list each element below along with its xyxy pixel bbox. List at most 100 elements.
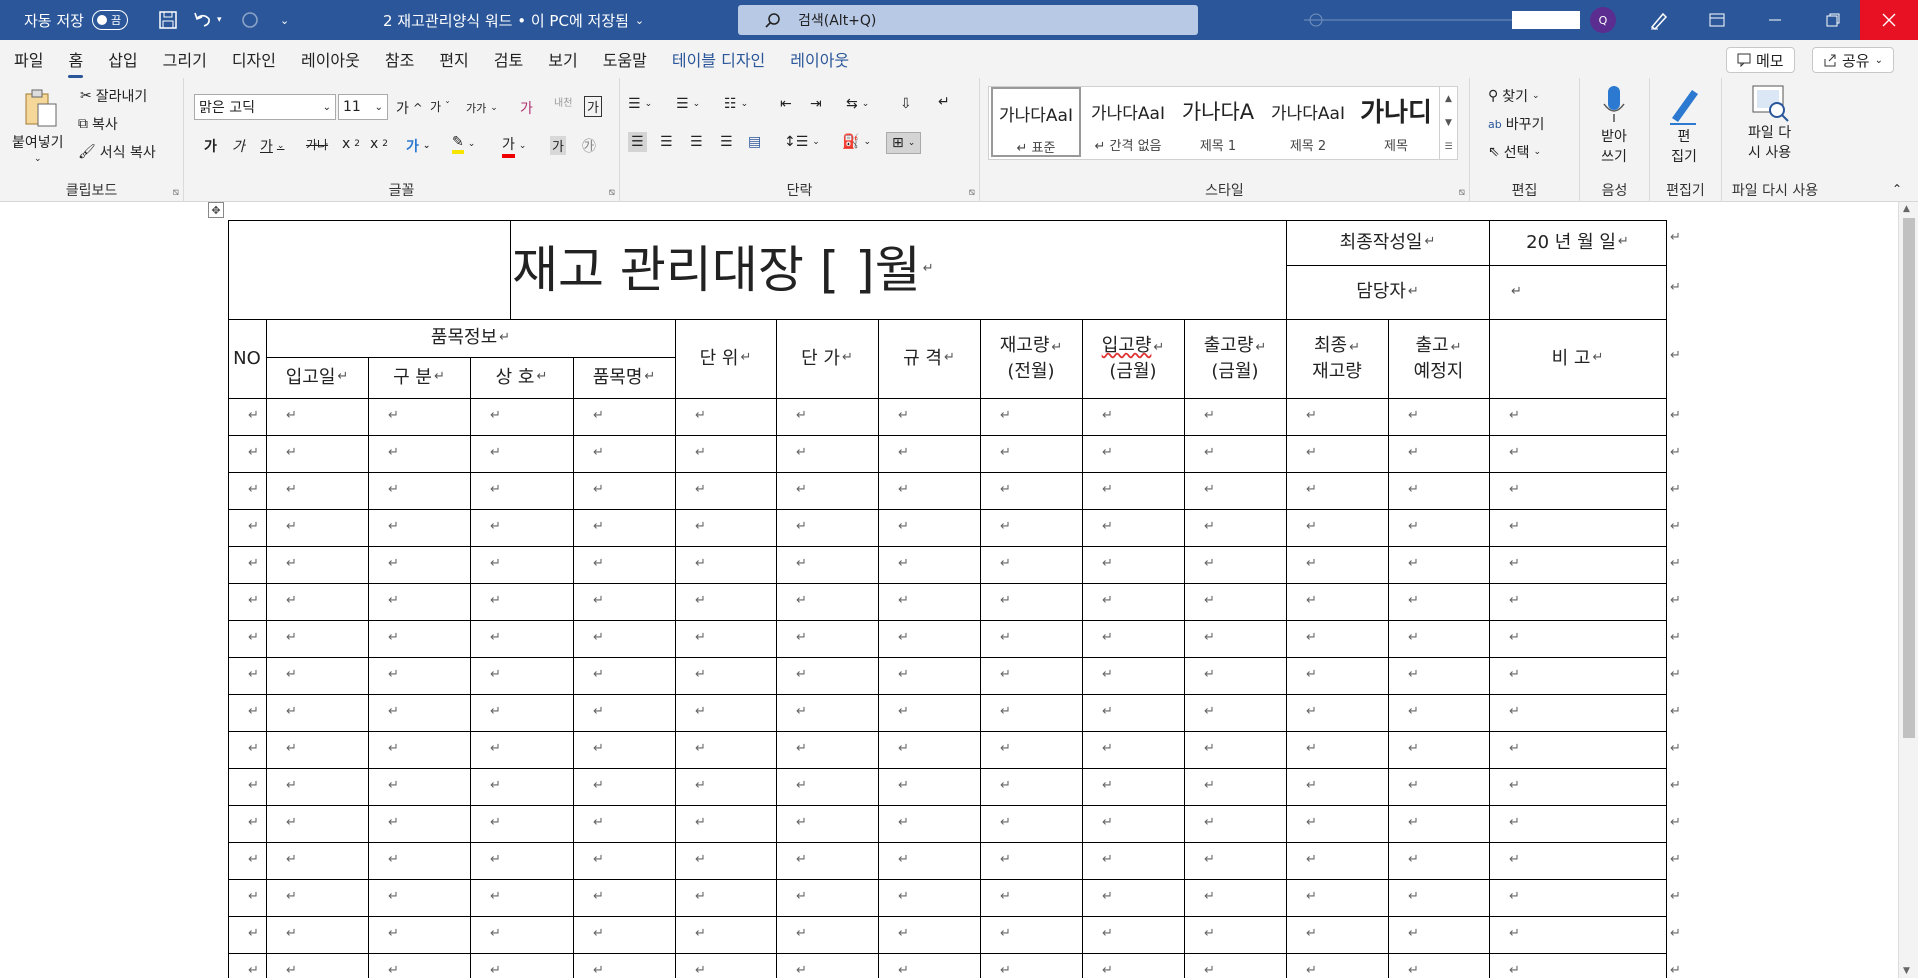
- table-cell[interactable]: ↵: [796, 778, 807, 793]
- restore-button[interactable]: [1810, 0, 1856, 40]
- table-cell[interactable]: ↵: [248, 408, 259, 423]
- table-cell[interactable]: ↵: [1509, 408, 1520, 423]
- copy-button[interactable]: ⧉ 복사: [78, 114, 118, 134]
- table-cell[interactable]: ↵: [1306, 593, 1317, 608]
- table-cell[interactable]: ↵: [1306, 667, 1317, 682]
- table-cell[interactable]: ↵: [1306, 963, 1317, 978]
- table-cell[interactable]: ↵: [593, 667, 604, 682]
- table-cell[interactable]: ↵: [388, 593, 399, 608]
- table-cell[interactable]: ↵: [796, 852, 807, 867]
- table-cell[interactable]: ↵: [593, 445, 604, 460]
- table-cell[interactable]: ↵: [1204, 704, 1215, 719]
- table-cell[interactable]: ↵: [1509, 630, 1520, 645]
- tab-references[interactable]: 참조: [385, 47, 414, 71]
- underline-button[interactable]: 가 ⌄: [260, 136, 284, 156]
- table-cell[interactable]: ↵: [1408, 519, 1419, 534]
- table-cell[interactable]: ↵: [1408, 889, 1419, 904]
- table-cell[interactable]: ↵: [248, 482, 259, 497]
- table-cell[interactable]: ↵: [1509, 815, 1520, 830]
- tab-table-layout[interactable]: 레이아웃: [790, 47, 849, 71]
- clear-format-button[interactable]: 가: [520, 98, 533, 118]
- table-cell[interactable]: ↵: [898, 519, 909, 534]
- table-cell[interactable]: ↵: [593, 815, 604, 830]
- table-cell[interactable]: ↵: [1204, 963, 1215, 978]
- paste-button[interactable]: 붙여넣기 ⌄: [12, 88, 64, 164]
- table-cell[interactable]: ↵: [593, 556, 604, 571]
- save-icon[interactable]: [158, 0, 178, 40]
- table-cell[interactable]: ↵: [1204, 778, 1215, 793]
- table-cell[interactable]: ↵: [286, 519, 297, 534]
- scroll-thumb[interactable]: [1903, 218, 1915, 738]
- table-cell[interactable]: ↵: [388, 482, 399, 497]
- table-cell[interactable]: ↵: [593, 778, 604, 793]
- table-cell[interactable]: ↵: [490, 556, 501, 571]
- table-cell[interactable]: ↵: [796, 926, 807, 941]
- tab-file[interactable]: 파일: [14, 47, 43, 71]
- align-center-button[interactable]: ☰: [660, 134, 673, 150]
- table-cell[interactable]: ↵: [388, 519, 399, 534]
- table-cell[interactable]: ↵: [248, 741, 259, 756]
- table-cell[interactable]: ↵: [286, 445, 297, 460]
- table-cell[interactable]: ↵: [593, 482, 604, 497]
- table-cell[interactable]: ↵: [1408, 963, 1419, 978]
- table-cell[interactable]: ↵: [593, 741, 604, 756]
- phonetic-guide-button[interactable]: 내천: [554, 94, 572, 109]
- table-cell[interactable]: ↵: [248, 852, 259, 867]
- collapse-ribbon-icon[interactable]: ⌃: [1892, 182, 1902, 196]
- table-cell[interactable]: ↵: [1509, 852, 1520, 867]
- align-right-button[interactable]: ☰: [690, 134, 703, 150]
- table-cell[interactable]: ↵: [1509, 778, 1520, 793]
- table-cell[interactable]: ↵: [1000, 704, 1011, 719]
- table-cell[interactable]: ↵: [1000, 667, 1011, 682]
- table-cell[interactable]: ↵: [1509, 556, 1520, 571]
- table-cell[interactable]: ↵: [898, 889, 909, 904]
- table-cell[interactable]: ↵: [388, 704, 399, 719]
- table-cell[interactable]: ↵: [898, 815, 909, 830]
- table-cell[interactable]: ↵: [898, 630, 909, 645]
- table-cell[interactable]: ↵: [490, 926, 501, 941]
- table-cell[interactable]: ↵: [1102, 408, 1113, 423]
- table-cell[interactable]: ↵: [490, 593, 501, 608]
- multilevel-list-button[interactable]: ☷ ⌄: [724, 96, 748, 112]
- vertical-scrollbar[interactable]: ▲ ▼: [1898, 202, 1918, 978]
- table-cell[interactable]: ↵: [796, 741, 807, 756]
- table-cell[interactable]: ↵: [248, 519, 259, 534]
- quick-access-menu-icon[interactable]: ⌄: [280, 0, 289, 40]
- tab-table-design[interactable]: 테이블 디자인: [672, 47, 765, 71]
- table-cell[interactable]: ↵: [593, 630, 604, 645]
- table-cell[interactable]: ↵: [796, 889, 807, 904]
- table-cell[interactable]: ↵: [490, 630, 501, 645]
- cut-button[interactable]: ✂ 잘라내기: [80, 86, 147, 106]
- table-cell[interactable]: ↵: [286, 889, 297, 904]
- tab-draw[interactable]: 그리기: [163, 47, 207, 71]
- table-cell[interactable]: ↵: [1000, 556, 1011, 571]
- increase-indent-button[interactable]: ⇥: [810, 96, 822, 112]
- table-cell[interactable]: ↵: [1306, 445, 1317, 460]
- table-cell[interactable]: ↵: [1408, 852, 1419, 867]
- table-cell[interactable]: ↵: [248, 593, 259, 608]
- table-cell[interactable]: ↵: [898, 852, 909, 867]
- table-cell[interactable]: ↵: [695, 778, 706, 793]
- table-cell[interactable]: ↵: [1306, 519, 1317, 534]
- table-cell[interactable]: ↵: [1306, 408, 1317, 423]
- ribbon-display-icon[interactable]: [1694, 0, 1740, 40]
- table-cell[interactable]: ↵: [1204, 445, 1215, 460]
- justify-button[interactable]: ☰: [720, 134, 733, 150]
- table-cell[interactable]: ↵: [388, 889, 399, 904]
- table-cell[interactable]: ↵: [695, 889, 706, 904]
- table-cell[interactable]: ↵: [286, 815, 297, 830]
- table-cell[interactable]: ↵: [695, 704, 706, 719]
- table-cell[interactable]: ↵: [490, 741, 501, 756]
- pen-icon[interactable]: [1648, 0, 1670, 40]
- bold-button[interactable]: 가: [204, 136, 217, 156]
- table-cell[interactable]: ↵: [898, 408, 909, 423]
- table-cell[interactable]: ↵: [388, 667, 399, 682]
- table-cell[interactable]: ↵: [1306, 630, 1317, 645]
- strikethrough-button[interactable]: 가나: [306, 136, 328, 153]
- table-cell[interactable]: ↵: [1204, 482, 1215, 497]
- table-cell[interactable]: ↵: [388, 926, 399, 941]
- line-spacing-button[interactable]: ↕☰ ⌄: [784, 134, 820, 150]
- table-cell[interactable]: ↵: [593, 704, 604, 719]
- table-cell[interactable]: ↵: [1306, 778, 1317, 793]
- show-marks-button[interactable]: ↵: [938, 94, 950, 110]
